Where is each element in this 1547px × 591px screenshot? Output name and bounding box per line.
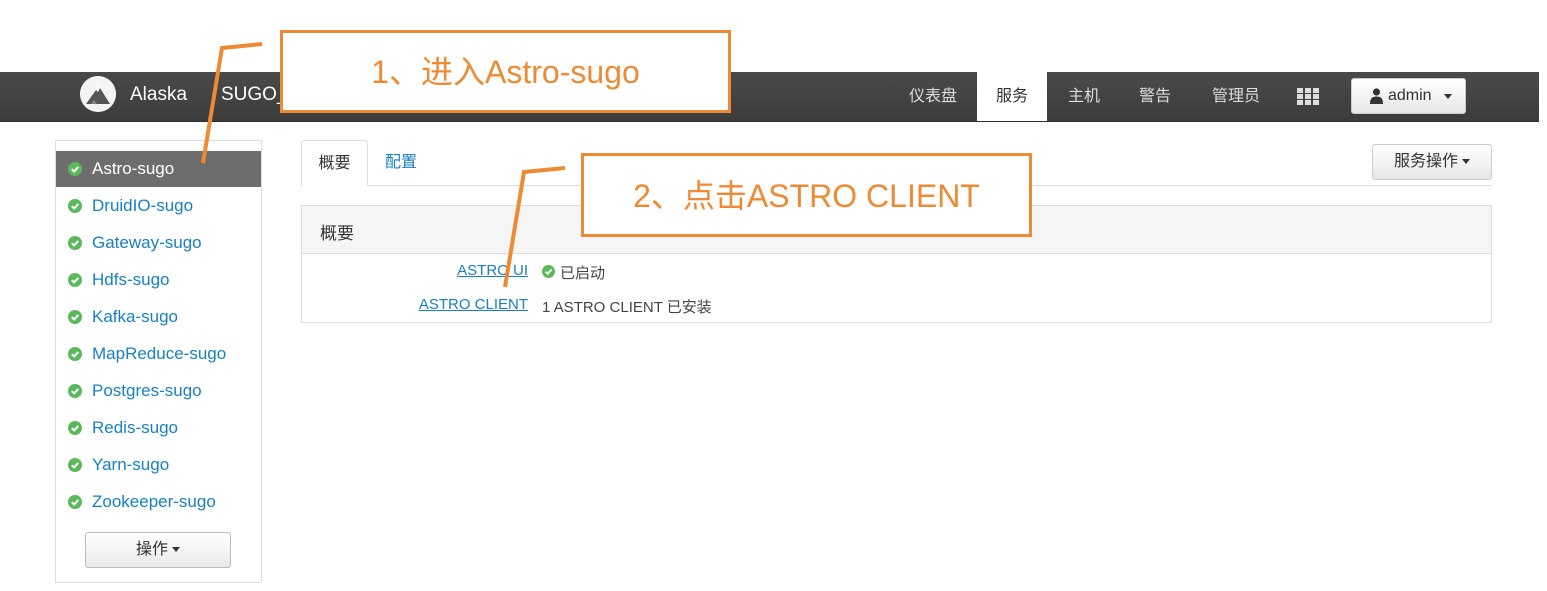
chevron-down-icon — [1462, 159, 1470, 165]
chevron-down-icon — [172, 547, 180, 553]
sidebar-item-zookeeper-sugo[interactable]: Zookeeper-sugo — [56, 484, 261, 520]
sidebar-item-postgres-sugo[interactable]: Postgres-sugo — [56, 373, 261, 409]
sidebar-item-redis-sugo[interactable]: Redis-sugo — [56, 410, 261, 446]
check-circle-icon — [68, 273, 82, 287]
nav-services-label: 服务 — [995, 88, 1028, 105]
user-menu-button[interactable]: admin — [1351, 78, 1466, 114]
sidebar-item-label: Gateway-sugo — [92, 233, 202, 252]
sidebar-item-druidio-sugo[interactable]: DruidIO-sugo — [56, 188, 261, 224]
tab-summary[interactable]: 概要 — [301, 140, 368, 186]
component-status-astro-ui: 已启动 — [560, 265, 606, 282]
check-circle-icon — [68, 199, 82, 213]
sidebar-item-hdfs-sugo[interactable]: Hdfs-sugo — [56, 262, 261, 298]
nav-admin-label: 管理员 — [1211, 88, 1260, 105]
sidebar-item-label: Hdfs-sugo — [92, 270, 170, 289]
top-navbar: Alaska SUGO_ 仪表盘 服务 主机 警告 管理员 admin — [0, 72, 1539, 122]
component-status-astro-client: 1 ASTRO CLIENT 已安装 — [542, 299, 712, 316]
service-sidebar: Astro-sugo DruidIO-sugo Gateway-sugo Hdf… — [55, 140, 262, 583]
sidebar-item-label: Postgres-sugo — [92, 381, 202, 400]
service-actions-label: 服务操作 — [1393, 153, 1458, 170]
summary-panel-title: 概要 — [320, 224, 354, 243]
sidebar-item-label: Redis-sugo — [92, 418, 178, 437]
check-circle-icon — [68, 310, 82, 324]
sidebar-item-label: Zookeeper-sugo — [92, 492, 216, 511]
check-circle-icon — [68, 236, 82, 250]
sidebar-item-mapreduce-sugo[interactable]: MapReduce-sugo — [56, 336, 261, 372]
chevron-down-icon — [1444, 94, 1452, 99]
check-circle-icon — [68, 347, 82, 361]
nav-alerts[interactable]: 警告 — [1122, 72, 1188, 121]
sidebar-item-label: MapReduce-sugo — [92, 344, 227, 363]
sidebar-item-label: Astro-sugo — [92, 159, 175, 178]
service-actions-button[interactable]: 服务操作 — [1372, 144, 1492, 180]
sidebar-actions-button[interactable]: 操作 — [85, 532, 231, 568]
sidebar-item-kafka-sugo[interactable]: Kafka-sugo — [56, 299, 261, 335]
nav-dashboard[interactable]: 仪表盘 — [896, 72, 970, 121]
component-link-astro-ui[interactable]: ASTRO UI — [457, 262, 528, 279]
brand-logo-icon[interactable] — [80, 76, 116, 112]
check-circle-icon — [68, 495, 82, 509]
tab-configs-label: 配置 — [385, 154, 418, 171]
check-circle-icon — [68, 384, 82, 398]
cluster-name[interactable]: SUGO_ — [221, 84, 288, 106]
component-link-astro-client[interactable]: ASTRO CLIENT — [419, 296, 528, 313]
nav-hosts[interactable]: 主机 — [1051, 72, 1117, 121]
user-name: admin — [1388, 87, 1432, 104]
sidebar-item-yarn-sugo[interactable]: Yarn-sugo — [56, 447, 261, 483]
sidebar-actions-label: 操作 — [135, 541, 168, 558]
nav-dashboard-label: 仪表盘 — [908, 88, 957, 105]
annotation-step-2: 2、点击ASTRO CLIENT — [581, 153, 1032, 237]
sidebar-item-label: Kafka-sugo — [92, 307, 178, 326]
check-circle-icon — [542, 265, 555, 278]
nav-services[interactable]: 服务 — [977, 72, 1047, 121]
tab-summary-label: 概要 — [318, 155, 351, 172]
user-icon — [1370, 88, 1383, 104]
nav-admin[interactable]: 管理员 — [1196, 72, 1276, 121]
grid-icon[interactable] — [1297, 88, 1319, 105]
sidebar-item-gateway-sugo[interactable]: Gateway-sugo — [56, 225, 261, 261]
nav-hosts-label: 主机 — [1067, 88, 1100, 105]
annotation-step-1: 1、进入Astro-sugo — [280, 30, 731, 113]
check-circle-icon — [68, 162, 82, 176]
check-circle-icon — [68, 421, 82, 435]
sidebar-item-label: DruidIO-sugo — [92, 196, 194, 215]
tab-configs[interactable]: 配置 — [385, 140, 417, 186]
sidebar-item-label: Yarn-sugo — [92, 455, 170, 474]
sidebar-item-astro-sugo[interactable]: Astro-sugo — [56, 151, 261, 187]
nav-alerts-label: 警告 — [1138, 88, 1171, 105]
brand-name[interactable]: Alaska — [130, 84, 187, 106]
check-circle-icon — [68, 458, 82, 472]
